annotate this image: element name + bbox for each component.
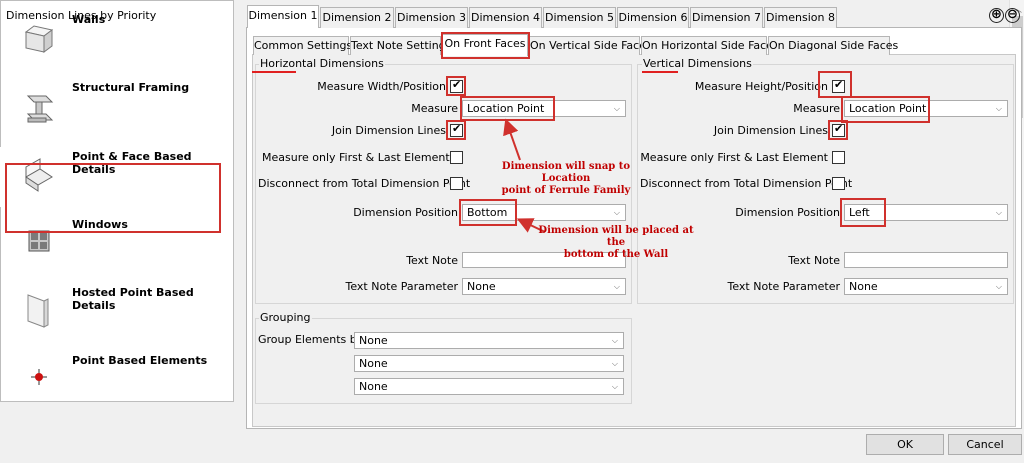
bottom-note: Dimension will be placed at the bottom o… (536, 225, 696, 261)
snap-arrow (503, 118, 521, 161)
cancel-button[interactable]: Cancel (948, 434, 1022, 455)
annotation-arrows (503, 118, 546, 233)
snap-note-line-2: point of Ferrule Family (501, 185, 631, 196)
ok-button[interactable]: OK (866, 434, 944, 455)
snap-note: Dimension will snap to Location point of… (486, 161, 646, 197)
bottom-note-line-2: bottom of the Wall (563, 249, 669, 260)
snap-note-line-1: Dimension will snap to Location (501, 161, 631, 184)
bottom-note-line-1: Dimension will be placed at the (538, 225, 694, 248)
